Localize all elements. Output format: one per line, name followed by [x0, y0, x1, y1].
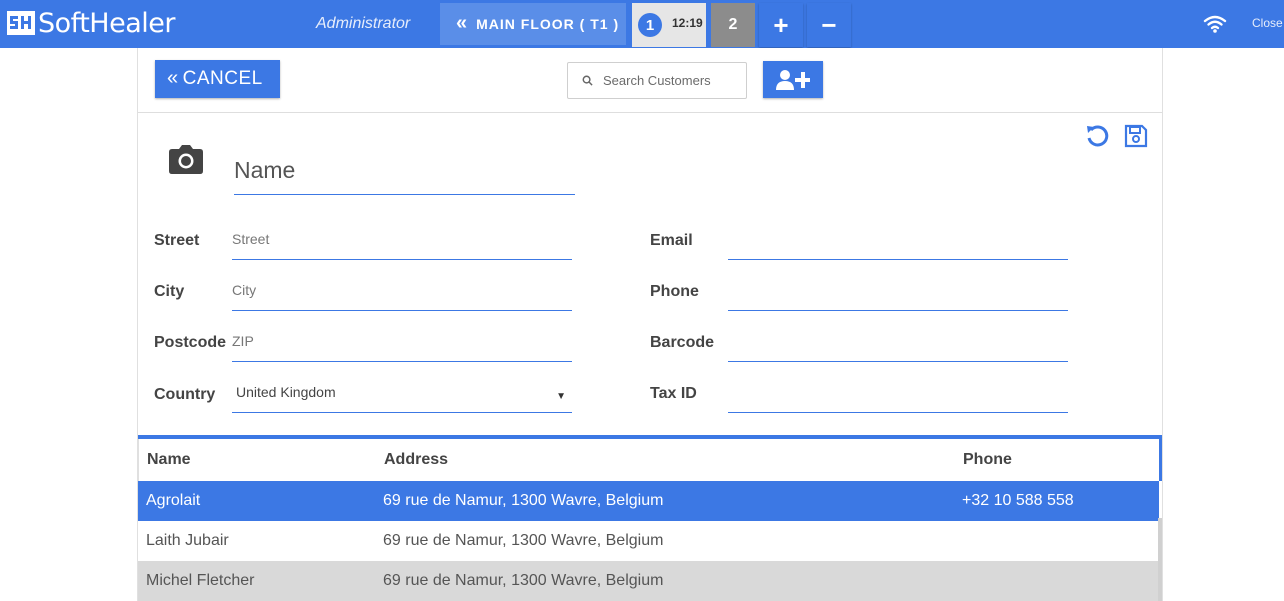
- phone-label: Phone: [650, 283, 699, 300]
- customer-address: 69 rue de Namur, 1300 Wavre, Belgium: [383, 572, 664, 589]
- customer-name: Agrolait: [146, 492, 201, 509]
- camera-icon[interactable]: [168, 144, 204, 176]
- close-button[interactable]: Close: [1252, 16, 1283, 30]
- order-number: 1: [638, 13, 662, 37]
- add-customer-button[interactable]: [763, 61, 823, 98]
- order-tab-2[interactable]: 2: [711, 3, 755, 47]
- softhealer-logo-icon: [7, 11, 35, 35]
- cancel-label: CANCEL: [182, 68, 263, 89]
- country-label: Country: [154, 386, 216, 403]
- search-icon: [582, 75, 593, 86]
- customer-name: Michel Fletcher: [146, 572, 255, 589]
- barcode-field[interactable]: [728, 328, 1068, 362]
- floor-label: MAIN FLOOR ( T1 ): [476, 16, 620, 32]
- city-placeholder: City: [232, 282, 257, 298]
- street-label: Street: [154, 232, 200, 249]
- brand-name: SoftHealer: [38, 7, 175, 39]
- double-chevron-left-icon: «: [456, 11, 469, 34]
- customer-list: Name Address Phone Agrolait 69 rue de Na…: [138, 435, 1162, 601]
- order-time: 12:19: [672, 16, 703, 30]
- tax-id-label: Tax ID: [650, 385, 697, 402]
- undo-icon[interactable]: [1085, 124, 1109, 148]
- plus-icon: +: [773, 9, 789, 40]
- tax-id-field[interactable]: [728, 379, 1068, 413]
- remove-order-button[interactable]: −: [807, 3, 851, 47]
- floor-button[interactable]: « MAIN FLOOR ( T1 ): [440, 3, 626, 45]
- top-bar: SoftHealer Administrator « MAIN FLOOR ( …: [0, 0, 1284, 48]
- add-order-button[interactable]: +: [759, 3, 803, 47]
- list-scrollbar[interactable]: [1158, 518, 1162, 601]
- table-row[interactable]: Laith Jubair 69 rue de Namur, 1300 Wavre…: [138, 521, 1158, 561]
- country-select[interactable]: United Kingdom ▼: [232, 379, 572, 413]
- street-field[interactable]: Street: [232, 226, 572, 260]
- save-icon[interactable]: [1124, 124, 1148, 148]
- postcode-field[interactable]: ZIP: [232, 328, 572, 362]
- email-field[interactable]: [728, 226, 1068, 260]
- divider: [138, 112, 1162, 113]
- city-field[interactable]: City: [232, 277, 572, 311]
- cancel-button[interactable]: « CANCEL: [155, 60, 280, 98]
- user-plus-icon: [776, 69, 810, 90]
- customer-phone: +32 10 588 558: [962, 492, 1074, 509]
- table-row[interactable]: Michel Fletcher 69 rue de Namur, 1300 Wa…: [138, 561, 1158, 601]
- customer-name: Laith Jubair: [146, 532, 229, 549]
- name-field[interactable]: Name: [234, 151, 575, 195]
- postcode-label: Postcode: [154, 334, 227, 351]
- double-chevron-left-icon: «: [167, 66, 179, 89]
- dropdown-arrow-icon: ▼: [556, 391, 566, 402]
- street-placeholder: Street: [232, 231, 270, 247]
- postcode-placeholder: ZIP: [232, 333, 254, 349]
- customer-address: 69 rue de Namur, 1300 Wavre, Belgium: [383, 492, 664, 509]
- column-header-address[interactable]: Address: [384, 451, 448, 469]
- minus-icon: −: [821, 9, 837, 40]
- list-header: Name Address Phone: [138, 439, 1162, 481]
- barcode-label: Barcode: [650, 334, 715, 351]
- column-header-phone[interactable]: Phone: [963, 451, 1012, 469]
- column-header-name[interactable]: Name: [147, 451, 191, 469]
- wifi-icon: [1203, 15, 1227, 33]
- phone-field[interactable]: [728, 277, 1068, 311]
- customer-address: 69 rue de Namur, 1300 Wavre, Belgium: [383, 532, 664, 549]
- user-name[interactable]: Administrator: [316, 15, 410, 33]
- search-input[interactable]: [603, 73, 743, 88]
- country-value: United Kingdom: [236, 384, 336, 400]
- customer-panel: « CANCEL Name Street Street: [137, 48, 1163, 601]
- table-row[interactable]: Agrolait 69 rue de Namur, 1300 Wavre, Be…: [138, 481, 1159, 521]
- city-label: City: [154, 283, 185, 300]
- order-tab-1[interactable]: 1 12:19: [632, 3, 706, 47]
- search-box[interactable]: [567, 62, 747, 99]
- brand-logo: SoftHealer: [6, 7, 175, 39]
- email-label: Email: [650, 232, 693, 249]
